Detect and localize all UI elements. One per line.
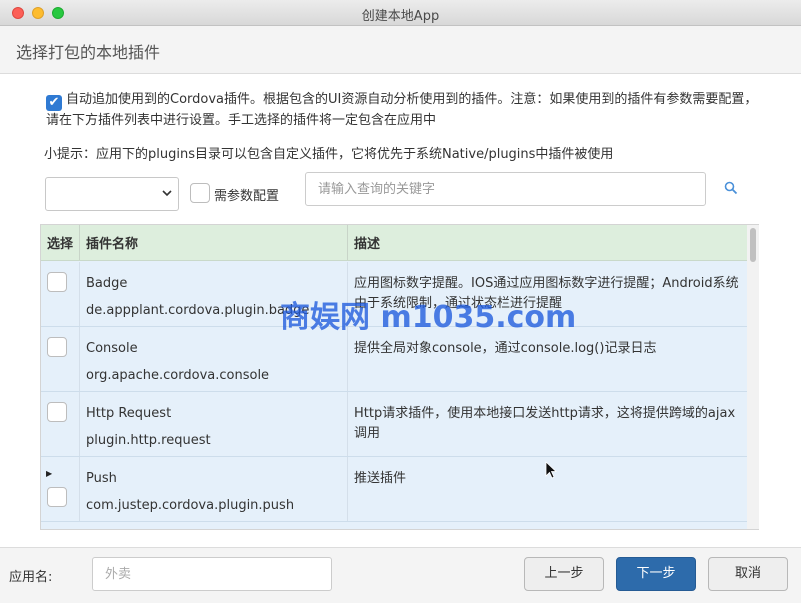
header-plugin-name: 插件名称 — [86, 237, 139, 252]
app-name-label: 应用名: — [9, 570, 53, 585]
hint-text: 小提示：应用下的plugins目录可以包含自定义插件，它将优先于系统Native… — [44, 147, 614, 162]
search-icon[interactable] — [724, 181, 738, 195]
scrollbar-thumb[interactable] — [750, 228, 756, 262]
mouse-cursor-icon — [545, 461, 557, 479]
header-description: 描述 — [354, 237, 381, 252]
plugin-id: com.justep.cordova.plugin.push — [86, 498, 295, 513]
plugin-table: 选择 插件名称 描述 Badge de.appplant.cordova.plu… — [40, 224, 759, 530]
watermark: 商娱网 m1035.com — [280, 300, 577, 335]
table-header: 选择 插件名称 描述 — [41, 225, 747, 261]
auto-append-text: 自动追加使用到的Cordova插件。根据包含的UI资源自动分析使用到的插件。注意… — [46, 92, 758, 128]
param-config-checkbox[interactable] — [190, 183, 210, 203]
previous-step-button[interactable]: 上一步 — [524, 557, 604, 591]
plugin-id: org.apache.cordova.console — [86, 368, 270, 383]
page-title: 选择打包的本地插件 — [16, 43, 161, 62]
title-bar: 创建本地App — [0, 0, 801, 26]
table-row[interactable]: Console org.apache.cordova.console 提供全局对… — [41, 327, 747, 392]
param-config-label: 需参数配置 — [214, 189, 280, 204]
plugin-description: Http请求插件，使用本地接口发送http请求，这将提供跨域的ajax调用 — [354, 406, 736, 441]
dialog-footer: 应用名: 上一步 下一步 取消 — [0, 547, 801, 603]
auto-append-checkbox[interactable]: ✔ — [46, 95, 62, 111]
plugin-description: 提供全局对象console，通过console.log()记录日志 — [354, 341, 657, 356]
row-select-checkbox[interactable] — [47, 272, 67, 292]
plugin-name: Push — [86, 471, 117, 486]
plugin-filter-select[interactable] — [45, 177, 179, 211]
row-select-checkbox[interactable] — [47, 487, 67, 507]
dialog-header: 选择打包的本地插件 — [0, 26, 801, 74]
plugin-name: Badge — [86, 276, 128, 291]
chevron-down-icon — [162, 187, 172, 202]
window-title: 创建本地App — [361, 9, 440, 24]
row-select-checkbox[interactable] — [47, 402, 67, 422]
row-pointer-icon: ▶ — [46, 469, 53, 478]
table-row[interactable]: Http Request plugin.http.request Http请求插… — [41, 392, 747, 457]
search-input[interactable] — [305, 172, 706, 206]
cancel-button[interactable]: 取消 — [708, 557, 788, 591]
next-step-button[interactable]: 下一步 — [616, 557, 696, 591]
row-select-checkbox[interactable] — [47, 337, 67, 357]
plugin-name: Console — [86, 341, 138, 356]
table-scrollbar[interactable] — [747, 225, 759, 529]
auto-append-notice: ✔ 自动追加使用到的Cordova插件。根据包含的UI资源自动分析使用到的插件。注… — [46, 90, 762, 131]
plugin-id: plugin.http.request — [86, 433, 211, 448]
table-row[interactable]: ▶ Push com.justep.cordova.plugin.push 推送… — [41, 457, 747, 522]
plugin-id: de.appplant.cordova.plugin.badge — [86, 303, 310, 318]
app-name-input[interactable] — [92, 557, 332, 591]
header-select: 选择 — [47, 237, 74, 252]
plugin-name: Http Request — [86, 406, 172, 421]
